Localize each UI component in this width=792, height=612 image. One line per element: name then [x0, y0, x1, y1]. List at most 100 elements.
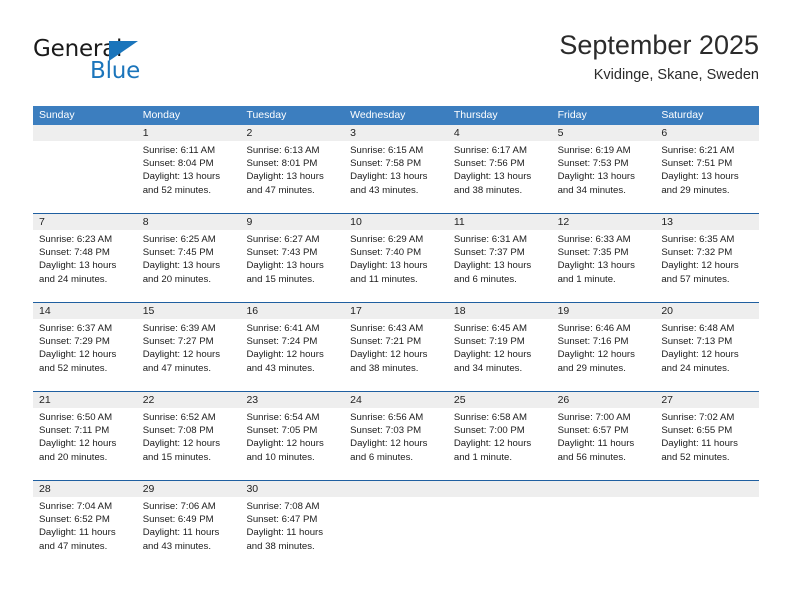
- daylight-text-line1: Daylight: 12 hours: [142, 438, 221, 450]
- sunset-text: Sunset: 6:49 PM: [142, 514, 214, 526]
- day-number: 9: [240, 214, 345, 230]
- sunrise-text: Sunrise: 6:50 AM: [39, 412, 113, 423]
- calendar-day-cell[interactable]: 29 Sunrise: 7:06 AM Sunset: 6:49 PM Dayligh…: [136, 481, 241, 569]
- daylight-text-line2: and 15 minutes.: [142, 451, 211, 463]
- daylight-text-line1: Daylight: 12 hours: [661, 260, 739, 272]
- daylight-text-line2: and 38 minutes.: [246, 540, 315, 552]
- calendar-day-cell[interactable]: 1 Sunrise: 6:11 AM Sunset: 8:04 PM Daylight…: [136, 125, 241, 213]
- calendar-week-row: 7 Sunrise: 6:23 AM Sunset: 7:48 PM Daylight…: [33, 213, 760, 302]
- calendar-day-cell[interactable]: 6 Sunrise: 6:21 AM Sunset: 7:51 PM Daylight…: [655, 125, 760, 213]
- sunset-text: Sunset: 6:57 PM: [557, 425, 629, 437]
- sunrise-text: Sunrise: 7:08 AM: [246, 501, 320, 512]
- calendar-day-cell[interactable]: 3 Sunrise: 6:15 AM Sunset: 7:58 PM Daylight…: [344, 125, 448, 213]
- daylight-text-line2: and 34 minutes.: [453, 362, 523, 374]
- calendar-day-cell[interactable]: 17 Sunrise: 6:43 AM Sunset: 7:21 PM Dayligh…: [344, 303, 448, 391]
- daylight-text-line1: Daylight: 13 hours: [39, 260, 117, 272]
- day-details: Sunrise: 6:50 AM Sunset: 7:11 PM Daylight:…: [33, 408, 137, 464]
- weekday-header-friday: Friday: [557, 109, 587, 121]
- calendar-day-cell[interactable]: 12 Sunrise: 6:33 AM Sunset: 7:35 PM Dayligh…: [551, 214, 656, 302]
- daylight-text-line1: Daylight: 12 hours: [246, 438, 324, 450]
- sunrise-text: Sunrise: 7:06 AM: [142, 501, 216, 512]
- sunrise-text: Sunrise: 6:58 AM: [453, 412, 527, 423]
- weekday-header-tuesday: Tuesday: [246, 109, 287, 121]
- calendar-day-cell[interactable]: 5 Sunrise: 6:19 AM Sunset: 7:53 PM Daylight…: [551, 125, 656, 213]
- page-header: General Blue September 2025 Kvidinge, Sk…: [33, 28, 759, 94]
- calendar-day-cell[interactable]: 21 Sunrise: 6:50 AM Sunset: 7:11 PM Dayligh…: [33, 392, 137, 480]
- calendar-day-cell[interactable]: 14 Sunrise: 6:37 AM Sunset: 7:29 PM Dayligh…: [33, 303, 137, 391]
- sunset-text: Sunset: 7:21 PM: [350, 336, 422, 348]
- daylight-text-line1: Daylight: 12 hours: [453, 438, 532, 450]
- day-number: 7: [33, 214, 137, 230]
- daylight-text-line1: Daylight: 11 hours: [557, 438, 635, 450]
- calendar-day-cell[interactable]: 10 Sunrise: 6:29 AM Sunset: 7:40 PM Dayligh…: [344, 214, 448, 302]
- sunrise-text: Sunrise: 6:11 AM: [142, 145, 216, 156]
- sunset-text: Sunset: 6:55 PM: [661, 425, 733, 437]
- daylight-text-line1: Daylight: 12 hours: [142, 349, 221, 361]
- sunset-text: Sunset: 7:05 PM: [246, 425, 318, 437]
- sunrise-text: Sunrise: 7:00 AM: [557, 412, 631, 423]
- daylight-text-line2: and 52 minutes.: [39, 362, 108, 374]
- calendar-day-cell[interactable]: 23 Sunrise: 6:54 AM Sunset: 7:05 PM Dayligh…: [240, 392, 345, 480]
- calendar-day-cell[interactable]: 20 Sunrise: 6:48 AM Sunset: 7:13 PM Dayligh…: [655, 303, 760, 391]
- daylight-text-line2: and 29 minutes.: [557, 362, 626, 374]
- calendar-day-cell[interactable]: 25 Sunrise: 6:58 AM Sunset: 7:00 PM Dayligh…: [447, 392, 552, 480]
- calendar-day-cell[interactable]: 7 Sunrise: 6:23 AM Sunset: 7:48 PM Daylight…: [33, 214, 137, 302]
- calendar-day-cell[interactable]: 13 Sunrise: 6:35 AM Sunset: 7:32 PM Dayligh…: [655, 214, 760, 302]
- weekday-header-monday: Monday: [142, 109, 181, 121]
- day-details: Sunrise: 6:29 AM Sunset: 7:40 PM Daylight:…: [344, 230, 448, 286]
- day-number: 13: [655, 214, 760, 230]
- calendar-day-cell[interactable]: 18 Sunrise: 6:45 AM Sunset: 7:19 PM Dayligh…: [447, 303, 552, 391]
- sunrise-text: Sunrise: 6:48 AM: [661, 323, 735, 334]
- daylight-text-line1: Daylight: 13 hours: [453, 171, 532, 183]
- sunrise-text: Sunrise: 6:27 AM: [246, 234, 320, 245]
- daylight-text-line2: and 29 minutes.: [661, 184, 730, 196]
- calendar-day-cell[interactable]: 27 Sunrise: 7:02 AM Sunset: 6:55 PM Dayligh…: [655, 392, 760, 480]
- sunrise-text: Sunrise: 6:31 AM: [453, 234, 527, 245]
- calendar-day-cell[interactable]: 16 Sunrise: 6:41 AM Sunset: 7:24 PM Dayligh…: [240, 303, 345, 391]
- daylight-text-line2: and 24 minutes.: [39, 273, 108, 285]
- calendar-day-cell[interactable]: 22 Sunrise: 6:52 AM Sunset: 7:08 PM Dayligh…: [136, 392, 241, 480]
- day-number: 30: [240, 481, 345, 497]
- calendar-day-cell[interactable]: 4 Sunrise: 6:17 AM Sunset: 7:56 PM Daylight…: [447, 125, 552, 213]
- day-details: Sunrise: 6:21 AM Sunset: 7:51 PM Daylight:…: [655, 141, 759, 197]
- generalblue-logo[interactable]: General Blue: [33, 36, 233, 92]
- calendar-day-cell[interactable]: 24 Sunrise: 6:56 AM Sunset: 7:03 PM Dayligh…: [344, 392, 448, 480]
- sunrise-text: Sunrise: 6:41 AM: [246, 323, 320, 334]
- calendar-day-cell-empty: [655, 481, 760, 569]
- day-number: 2: [240, 125, 345, 141]
- day-number: 8: [136, 214, 241, 230]
- calendar-day-cell-empty: [447, 481, 552, 569]
- sunset-text: Sunset: 7:48 PM: [39, 247, 110, 259]
- day-number: 11: [447, 214, 552, 230]
- calendar-day-cell[interactable]: 11 Sunrise: 6:31 AM Sunset: 7:37 PM Dayligh…: [447, 214, 552, 302]
- daylight-text-line2: and 11 minutes.: [350, 273, 418, 285]
- day-number: 24: [344, 392, 448, 408]
- sunset-text: Sunset: 7:29 PM: [39, 336, 110, 348]
- daylight-text-line1: Daylight: 12 hours: [350, 349, 428, 361]
- calendar-day-cell[interactable]: 8 Sunrise: 6:25 AM Sunset: 7:45 PM Daylight…: [136, 214, 241, 302]
- daylight-text-line1: Daylight: 13 hours: [350, 260, 428, 272]
- calendar-day-cell[interactable]: 15 Sunrise: 6:39 AM Sunset: 7:27 PM Dayligh…: [136, 303, 241, 391]
- day-number: 10: [344, 214, 448, 230]
- calendar-day-cell[interactable]: 26 Sunrise: 7:00 AM Sunset: 6:57 PM Dayligh…: [551, 392, 656, 480]
- daylight-text-line1: Daylight: 12 hours: [350, 438, 428, 450]
- day-details: Sunrise: 6:56 AM Sunset: 7:03 PM Daylight:…: [344, 408, 448, 464]
- calendar-day-cell[interactable]: 2 Sunrise: 6:13 AM Sunset: 8:01 PM Daylight…: [240, 125, 345, 213]
- weekday-header-sunday: Sunday: [39, 109, 75, 121]
- day-details: Sunrise: 6:23 AM Sunset: 7:48 PM Daylight:…: [33, 230, 137, 286]
- daylight-text-line2: and 10 minutes.: [246, 451, 315, 463]
- daylight-text-line2: and 6 minutes.: [350, 451, 414, 463]
- calendar-day-cell-empty: [344, 481, 448, 569]
- day-number: 26: [551, 392, 656, 408]
- page-title: September 2025: [559, 30, 759, 60]
- calendar-day-cell[interactable]: 19 Sunrise: 6:46 AM Sunset: 7:16 PM Dayligh…: [551, 303, 656, 391]
- day-number: 29: [136, 481, 241, 497]
- day-details: Sunrise: 6:48 AM Sunset: 7:13 PM Daylight:…: [655, 319, 759, 375]
- sunset-text: Sunset: 8:04 PM: [142, 158, 214, 170]
- calendar-day-cell[interactable]: 30 Sunrise: 7:08 AM Sunset: 6:47 PM Dayligh…: [240, 481, 345, 569]
- day-number: 14: [33, 303, 137, 319]
- daylight-text-line2: and 1 minute.: [557, 273, 616, 285]
- calendar-day-cell[interactable]: 9 Sunrise: 6:27 AM Sunset: 7:43 PM Daylight…: [240, 214, 345, 302]
- daylight-text-line1: Daylight: 11 hours: [246, 527, 324, 539]
- calendar-day-cell[interactable]: 28 Sunrise: 7:04 AM Sunset: 6:52 PM Dayligh…: [33, 481, 137, 569]
